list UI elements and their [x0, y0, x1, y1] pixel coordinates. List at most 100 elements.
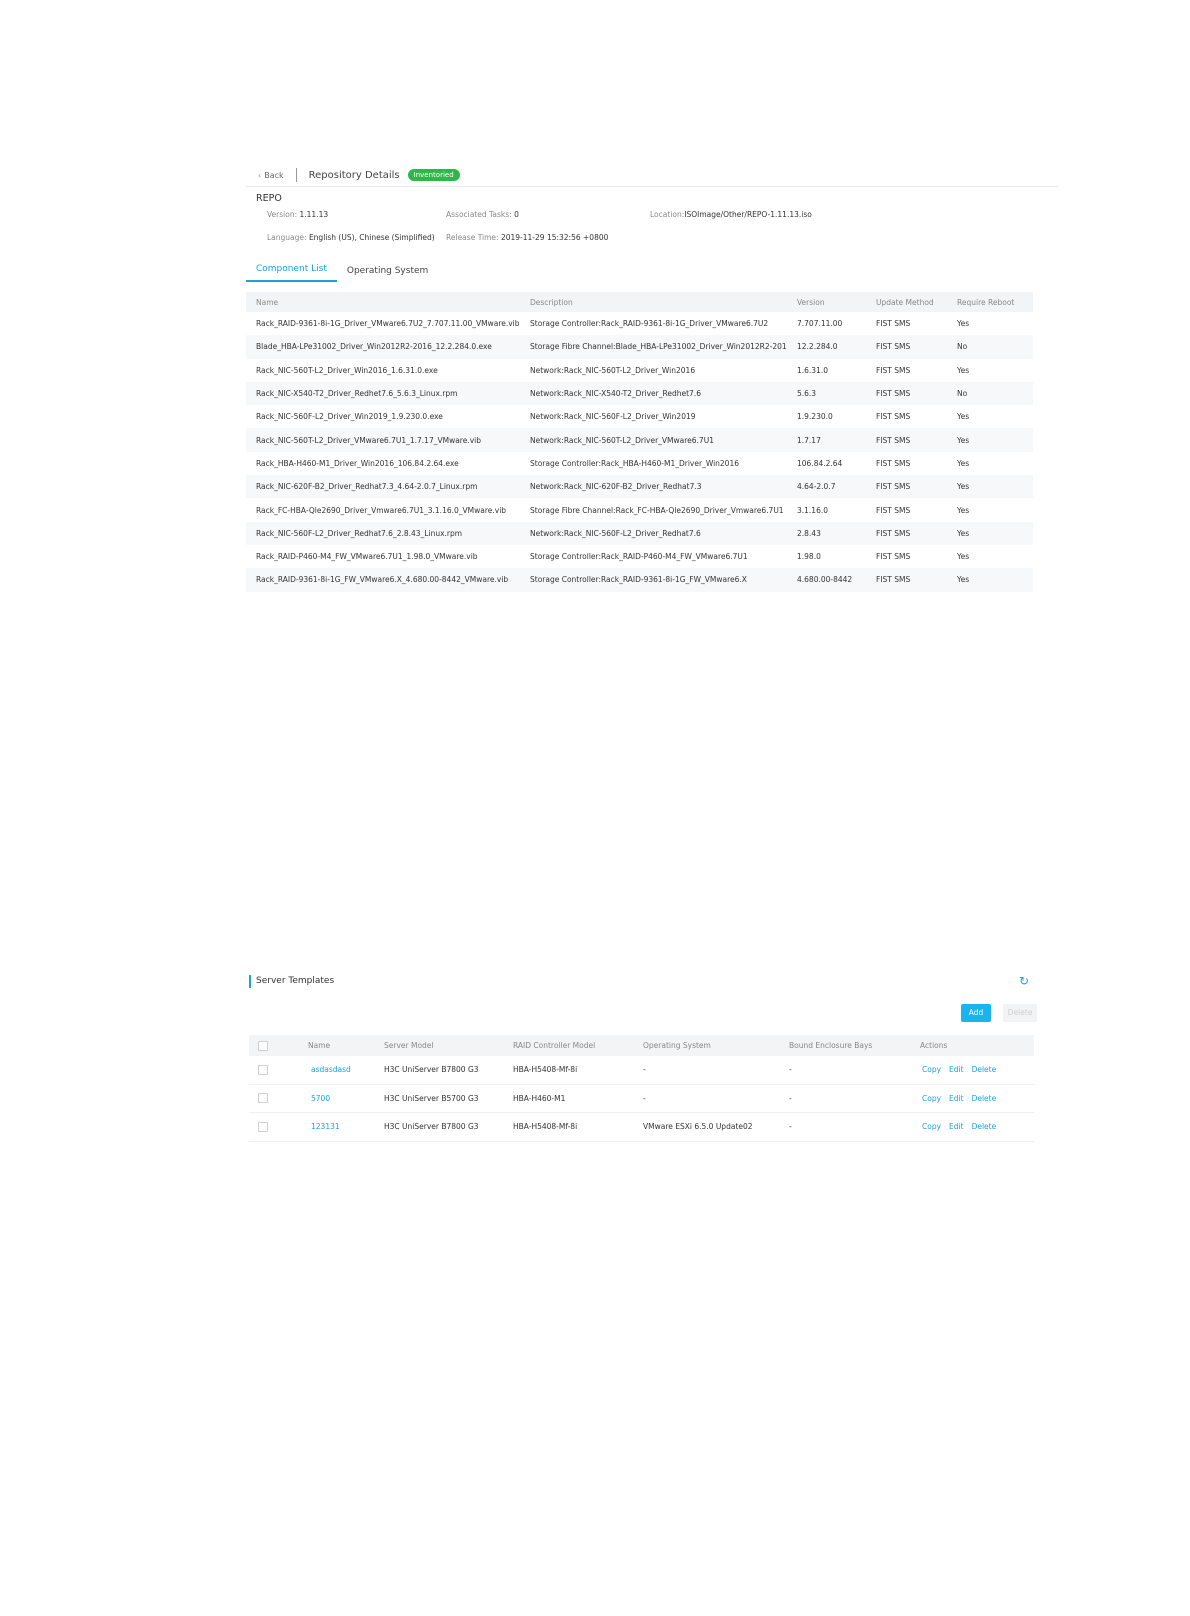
cell-require-reboot: No [947, 381, 1033, 406]
cell-server-model: H3C UniServer B5700 G3 [383, 1084, 512, 1113]
page-title: Repository Details [308, 169, 400, 181]
meta-release: Release Time: 2019-11-29 15:32:56 +0800 [446, 233, 608, 242]
edit-button[interactable]: Edit [949, 1065, 964, 1074]
cell-raid-model: HBA-H460-M1 [512, 1084, 642, 1113]
chevron-left-icon: ‹ [258, 170, 262, 180]
cell-name: Rack_FC-HBA-Qle2690_Driver_Vmware6.7U1_3… [256, 505, 507, 515]
table-row: Rack_RAID-P460-M4_FW_VMware6.7U1_1.98.0_… [246, 545, 1033, 568]
cell-bays: - [788, 1112, 919, 1142]
section-header: Server Templates [249, 974, 1039, 988]
delete-row-button[interactable]: Delete [972, 1122, 997, 1131]
cell-require-reboot: Yes [947, 428, 1033, 452]
refresh-icon[interactable]: ↻ [1019, 974, 1029, 988]
col-header-server-model[interactable]: Server Model [383, 1035, 512, 1056]
cell-require-reboot: Yes [957, 505, 970, 515]
delete-button[interactable]: Delete [1003, 1004, 1037, 1022]
tab-bar: Component List Operating System [246, 260, 1058, 282]
edit-button[interactable]: Edit [949, 1122, 964, 1131]
delete-row-button[interactable]: Delete [972, 1065, 997, 1074]
cell-actions: Copy Edit Delete [919, 1056, 1034, 1085]
add-button[interactable]: Add [961, 1004, 991, 1022]
cell-description: Storage Fibre Channel:Blade_HBA-LPe31002… [520, 335, 787, 359]
cell-bays-text: - [789, 1122, 792, 1132]
table-row: Rack_HBA-H460-M1_Driver_Win2016_106.84.2… [246, 452, 1033, 475]
cell-os: - [642, 1056, 788, 1085]
cell-require-reboot: Yes [947, 521, 1033, 545]
edit-button[interactable]: Edit [949, 1094, 964, 1103]
meta-version: Version: 1.11.13 [267, 210, 328, 219]
col-header-name[interactable]: Name [246, 292, 520, 312]
cell-require-reboot: Yes [957, 458, 970, 468]
col-header-require-reboot[interactable]: Require Reboot [947, 292, 1033, 312]
row-checkbox[interactable] [258, 1121, 268, 1132]
table-row: 123131 H3C UniServer B7800 G3 HBA-H5408-Mf… [249, 1112, 1034, 1142]
template-name-link[interactable]: 5700 [311, 1094, 330, 1103]
cell-raid-model-text: HBA-H5408-Mf-8i [513, 1065, 578, 1075]
cell-name: Rack_RAID-9361-8i-1G_FW_VMware6.X_4.680.… [246, 568, 520, 592]
section-title: Server Templates [256, 976, 335, 986]
copy-button[interactable]: Copy [922, 1122, 941, 1131]
row-checkbox[interactable] [258, 1093, 268, 1104]
select-all-checkbox[interactable] [258, 1040, 268, 1051]
table-row: Rack_NIC-560F-L2_Driver_Redhat7.6_2.8.43… [246, 521, 1033, 545]
cell-description: Storage Controller:Rack_RAID-9361-8i-1G_… [530, 319, 769, 329]
component-table: Name Description Version Update Method R… [246, 292, 1033, 592]
cell-require-reboot: Yes [957, 552, 970, 562]
copy-button[interactable]: Copy [922, 1094, 941, 1103]
meta-version-label: Version: [267, 210, 298, 219]
cell-description: Storage Controller:Rack_RAID-9361-8i-1G_… [520, 568, 787, 592]
repo-name: REPO [256, 193, 282, 204]
col-header-update-method[interactable]: Update Method [866, 292, 947, 312]
cell-name: Rack_RAID-P460-M4_FW_VMware6.7U1_1.98.0_… [256, 552, 478, 562]
cell-description: Network:Rack_NIC-560T-L2_Driver_Win2016 [530, 365, 696, 375]
cell-raid-model: HBA-H5408-Mf-8i [512, 1056, 642, 1085]
cell-version: 1.7.17 [787, 428, 866, 452]
template-name-link[interactable]: asdasdasd [311, 1065, 351, 1074]
cell-os-text: - [643, 1065, 646, 1075]
cell-bays-text: - [789, 1093, 792, 1103]
back-button[interactable]: ‹ Back [258, 171, 284, 180]
cell-name: 5700 [307, 1084, 383, 1113]
meta-location-value: ISOImage/Other/REPO-1.11.13.iso [684, 210, 812, 219]
meta-language-label: Language: [267, 233, 307, 242]
table-row: Rack_RAID-9361-8i-1G_Driver_VMware6.7U2_… [246, 312, 1033, 335]
row-checkbox[interactable] [258, 1064, 268, 1075]
table-row: Rack_NIC-560F-L2_Driver_Win2019_1.9.230.… [246, 405, 1033, 428]
tab-component-list[interactable]: Component List [246, 264, 337, 282]
table-row: Rack_FC-HBA-Qle2690_Driver_Vmware6.7U1_3… [246, 498, 1033, 521]
col-header-bays[interactable]: Bound Enclosure Bays [788, 1035, 919, 1056]
meta-location: Location:ISOImage/Other/REPO-1.11.13.iso [650, 210, 812, 219]
cell-name: Rack_NIC-620F-B2_Driver_Redhat7.3_4.64-2… [246, 475, 520, 499]
template-name-link[interactable]: 123131 [311, 1122, 340, 1131]
col-header-version[interactable]: Version [787, 292, 866, 312]
table-row: Rack_NIC-620F-B2_Driver_Redhat7.3_4.64-2… [246, 475, 1033, 499]
meta-tasks: Associated Tasks: 0 [446, 210, 519, 219]
templates-table-header: Name Server Model RAID Controller Model … [249, 1035, 1034, 1056]
component-table-wrap: Name Description Version Update Method R… [246, 292, 1033, 592]
cell-update-method: FIST SMS [876, 552, 911, 562]
cell-description: Network:Rack_NIC-560F-L2_Driver_Redhat7.… [520, 521, 787, 545]
cell-os-text: VMware ESXi 6.5.0 Update02 [643, 1122, 753, 1132]
repository-details-panel: ‹ Back Repository Details Inventoried RE… [246, 164, 1058, 592]
select-cell [249, 1112, 307, 1142]
tab-operating-system[interactable]: Operating System [337, 266, 438, 282]
meta-language-value: English (US), Chinese (Simplified) [308, 233, 435, 242]
col-header-raid-model[interactable]: RAID Controller Model [512, 1035, 642, 1056]
cell-update-method: FIST SMS [876, 505, 911, 515]
cell-name: Rack_NIC-560T-L2_Driver_VMware6.7U1_1.7.… [246, 428, 520, 452]
cell-name: Rack_NIC-560F-L2_Driver_Redhat7.6_2.8.43… [246, 521, 520, 545]
cell-actions: Copy Edit Delete [919, 1084, 1034, 1113]
col-header-os[interactable]: Operating System [642, 1035, 788, 1056]
status-badge: Inventoried [407, 169, 460, 181]
cell-version: 4.680.00-8442 [787, 568, 866, 592]
cell-version: 1.98.0 [797, 552, 821, 562]
copy-button[interactable]: Copy [922, 1065, 941, 1074]
cell-server-model: H3C UniServer B7800 G3 [383, 1112, 512, 1142]
cell-version: 1.6.31.0 [797, 365, 829, 375]
cell-update-method: FIST SMS [866, 335, 947, 359]
meta-release-label: Release Time: [446, 233, 499, 242]
col-header-name[interactable]: Name [307, 1035, 383, 1056]
delete-row-button[interactable]: Delete [972, 1094, 997, 1103]
col-header-description[interactable]: Description [520, 292, 787, 312]
cell-name: Rack_HBA-H460-M1_Driver_Win2016_106.84.2… [256, 458, 459, 468]
